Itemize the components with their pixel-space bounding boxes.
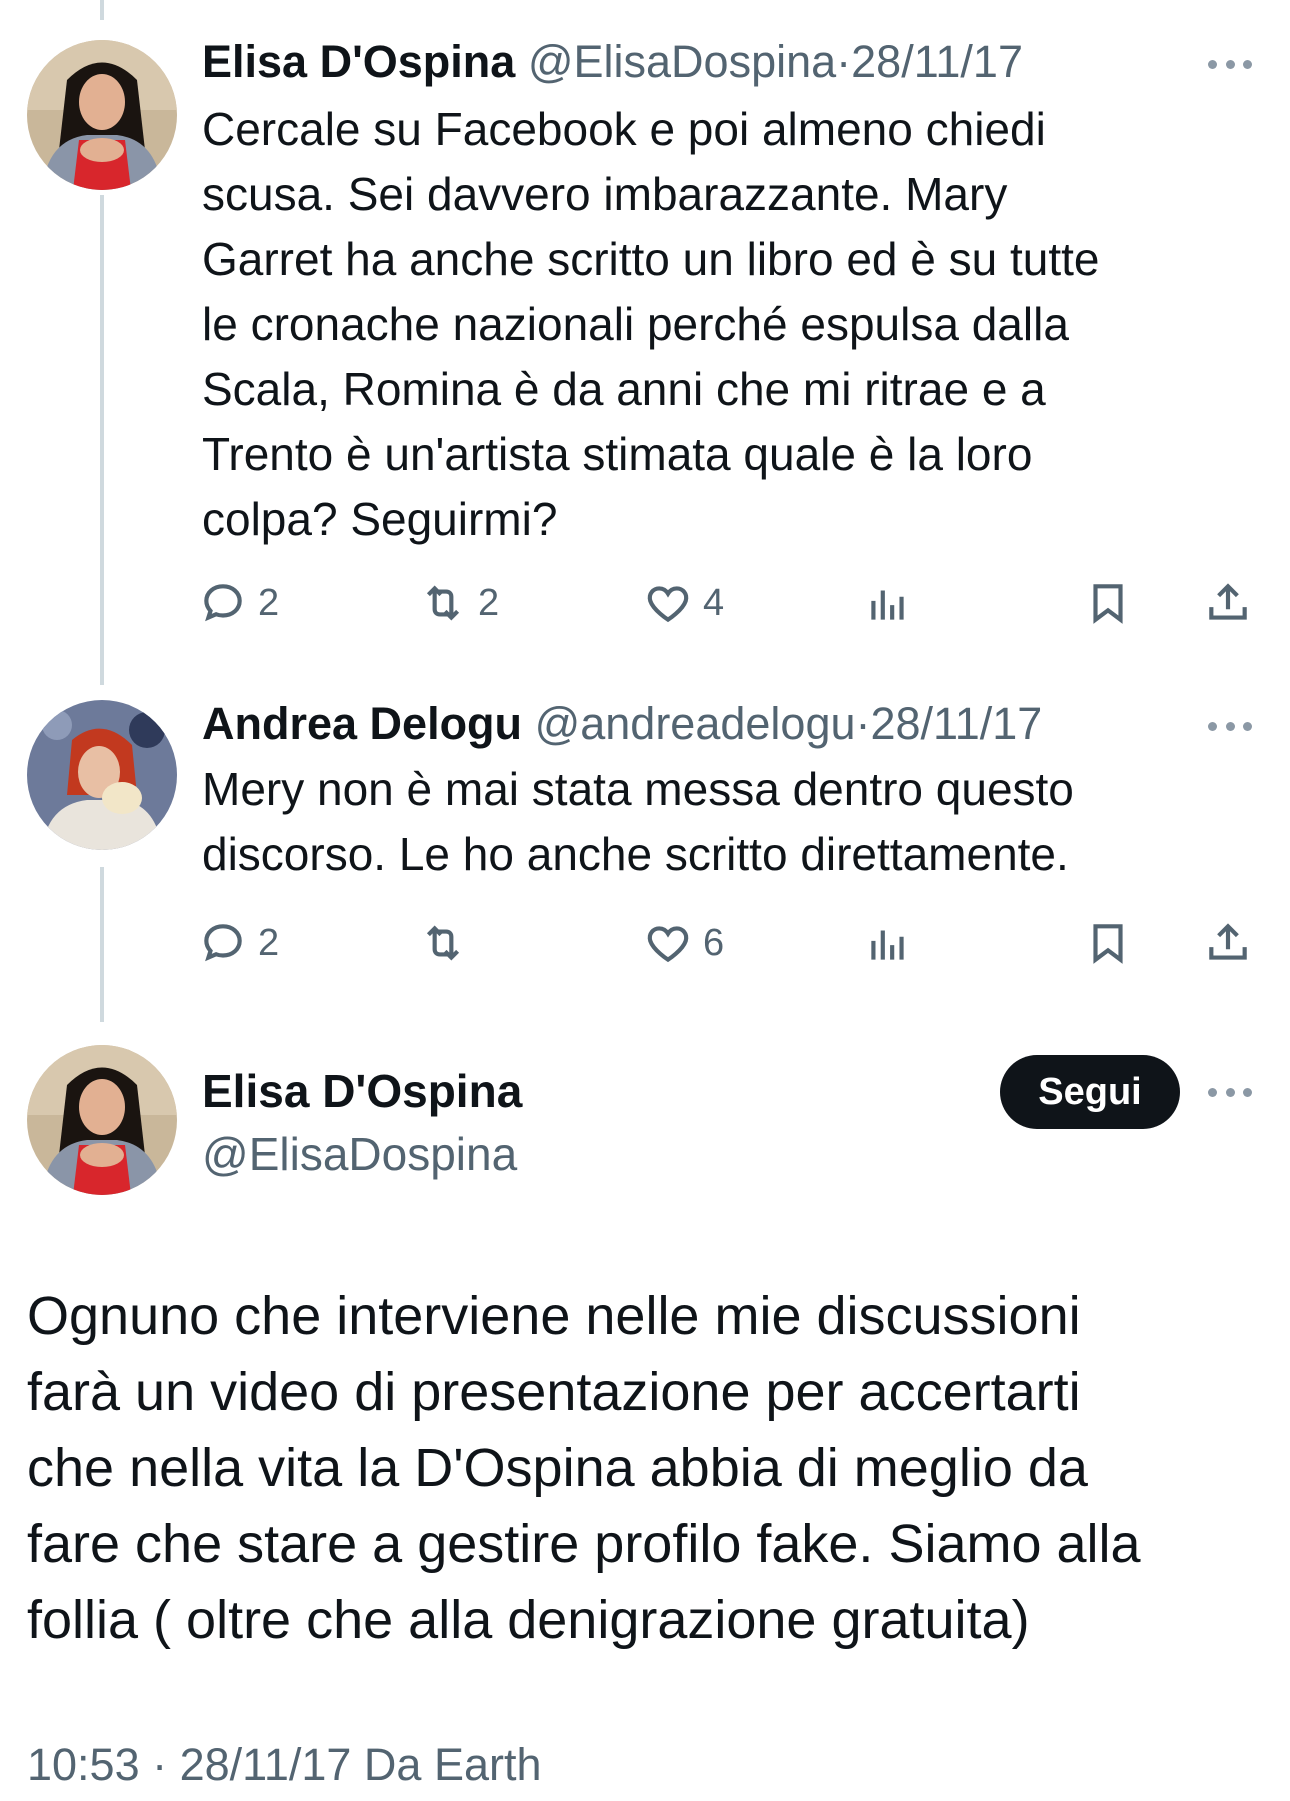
avatar[interactable]	[27, 40, 177, 190]
avatar[interactable]	[27, 700, 177, 850]
tweet-header: Andrea Delogu @andreadelogu·28/11/17	[202, 696, 1042, 752]
tweet-text: Cercale su Facebook e poi almeno chiedi …	[202, 97, 1262, 552]
reply-button[interactable]: 2	[198, 573, 279, 633]
retweet-count: 2	[478, 581, 500, 624]
bookmark-icon	[1093, 924, 1123, 964]
tweet-text-line: follia ( oltre che alla denigrazione gra…	[27, 1590, 1030, 1650]
main-tweet-text: Ognuno che interviene nelle mie discussi…	[27, 1278, 1257, 1658]
like-icon	[647, 926, 689, 963]
tweet-date[interactable]: 28/11/17	[851, 36, 1023, 87]
retweet-icon	[426, 585, 460, 621]
like-button[interactable]: 4	[643, 573, 724, 633]
like-count: 4	[703, 581, 725, 624]
tweet-text-line: le cronache nazionali perché espulsa dal…	[202, 298, 1069, 350]
views-icon	[871, 930, 904, 960]
tweet-text-line: Mery non è mai stata messa dentro questo	[202, 763, 1074, 815]
tweet-header: Elisa D'Ospina @ElisaDospina·28/11/17	[202, 34, 1023, 90]
more-icon[interactable]	[1208, 1082, 1252, 1102]
reply-icon	[204, 924, 242, 962]
separator: ·	[836, 36, 852, 87]
tweet-text-line: Scala, Romina è da anni che mi ritrae e …	[202, 363, 1046, 415]
tweet-text: Mery non è mai stata messa dentro questo…	[202, 757, 1262, 887]
retweet-button[interactable]: 2	[418, 573, 499, 633]
tweet-text-line: farà un video di presentazione per accer…	[27, 1362, 1081, 1422]
author-handle[interactable]: @andreadelogu	[535, 698, 856, 749]
avatar[interactable]	[27, 1045, 177, 1195]
share-button[interactable]	[1203, 573, 1253, 633]
more-icon[interactable]	[1208, 54, 1252, 74]
tweet-timestamp[interactable]: 10:53 · 28/11/17 Da Earth	[27, 1735, 542, 1795]
tweet-date[interactable]: 28/11/17	[871, 698, 1043, 749]
share-icon	[1209, 923, 1247, 960]
retweet-icon	[426, 925, 460, 961]
bookmark-button[interactable]	[1083, 913, 1133, 973]
reply-icon	[204, 584, 242, 622]
tweet-text-line: Ognuno che interviene nelle mie discussi…	[27, 1286, 1081, 1346]
share-icon	[1209, 583, 1247, 620]
tweet-text-line: Trento è un'artista stimata quale è la l…	[202, 428, 1033, 480]
thread-line	[100, 195, 104, 685]
tweet-text-line: discorso. Le ho anche scritto direttamen…	[202, 828, 1069, 880]
reply-count: 2	[258, 581, 280, 624]
views-button[interactable]	[863, 913, 913, 973]
tweet-text-line: fare che stare a gestire profilo fake. S…	[27, 1514, 1141, 1574]
tweet-text-line: Garret ha anche scritto un libro ed è su…	[202, 233, 1100, 285]
tweet-text-line: Cercale su Facebook e poi almeno chiedi	[202, 103, 1046, 155]
views-icon	[871, 590, 904, 620]
author-name[interactable]: Andrea Delogu	[202, 698, 522, 749]
tweet-text-line: colpa? Seguirmi?	[202, 493, 558, 545]
reply-button[interactable]: 2	[198, 913, 279, 973]
tweet-text-line: che nella vita la D'Ospina abbia di megl…	[27, 1438, 1088, 1498]
tweet-actions: 2 2 4	[198, 573, 1258, 633]
author-handle[interactable]: @ElisaDospina	[528, 36, 836, 87]
author-name[interactable]: Elisa D'Ospina	[202, 36, 515, 87]
like-button[interactable]: 6	[643, 913, 724, 973]
retweet-button[interactable]	[418, 913, 478, 973]
reply-count: 2	[258, 921, 280, 964]
tweet-actions: 2 6	[198, 913, 1258, 973]
author-name[interactable]: Elisa D'Ospina	[202, 1063, 522, 1119]
tweet-text-line: scusa. Sei davvero imbarazzante. Mary	[202, 168, 1008, 220]
share-button[interactable]	[1203, 913, 1253, 973]
author-handle[interactable]: @ElisaDospina	[202, 1126, 517, 1182]
more-icon[interactable]	[1208, 716, 1252, 736]
thread-line	[100, 867, 104, 1022]
thread-line	[100, 0, 104, 20]
like-icon	[647, 586, 689, 623]
follow-button[interactable]: Segui	[1000, 1055, 1180, 1129]
bookmark-icon	[1093, 584, 1123, 624]
separator: ·	[855, 698, 871, 749]
like-count: 6	[703, 921, 725, 964]
bookmark-button[interactable]	[1083, 573, 1133, 633]
views-button[interactable]	[863, 573, 913, 633]
